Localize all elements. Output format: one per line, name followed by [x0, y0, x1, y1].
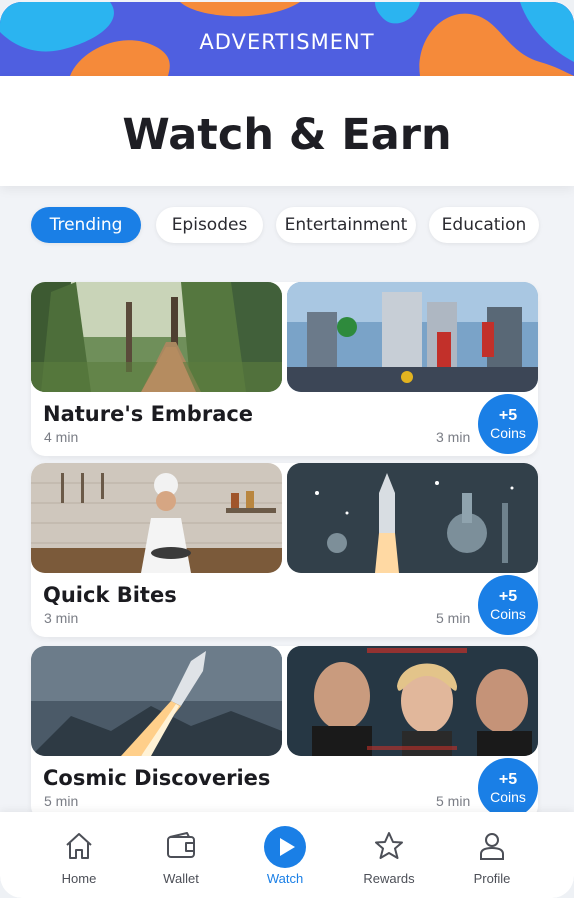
nav-rewards[interactable]: Rewards — [344, 812, 434, 898]
nav-wallet[interactable]: Wallet — [136, 812, 226, 898]
coin-amount: +5 — [498, 770, 518, 788]
coin-label: Coins — [490, 424, 526, 441]
nav-label: Profile — [473, 871, 511, 886]
nav-label: Rewards — [363, 871, 415, 886]
chef-kitchen-image[interactable] — [31, 463, 282, 573]
coin-label: Coins — [490, 788, 526, 805]
advertisement-banner[interactable]: ADVERTISMENT — [0, 2, 574, 76]
bottom-navigation: Home Wallet Watch Rewards Profile — [0, 812, 574, 898]
tab-episodes[interactable]: Episodes — [156, 207, 263, 243]
tab-trending[interactable]: Trending — [31, 207, 141, 243]
nav-label: Watch — [266, 871, 304, 886]
home-icon — [34, 830, 124, 866]
video-card-quick-bites[interactable]: Quick Bites 3 min 5 min +5 Coins — [31, 463, 538, 637]
tab-education[interactable]: Education — [429, 207, 539, 243]
tab-entertainment[interactable]: Entertainment — [276, 207, 416, 243]
wallet-icon — [136, 830, 226, 866]
coin-label: Coins — [490, 605, 526, 622]
nav-profile[interactable]: Profile — [447, 812, 537, 898]
nav-watch[interactable]: Watch — [240, 812, 330, 898]
video-card-cosmic-discoveries[interactable]: Cosmic Discoveries 5 min 5 min +5 Coins — [31, 646, 538, 820]
card-duration-secondary: 5 min — [436, 793, 471, 809]
category-tabs: Trending Episodes Entertainment Educatio… — [0, 207, 574, 243]
star-icon — [344, 830, 434, 866]
card-title: Nature's Embrace — [43, 402, 254, 426]
card-duration-secondary: 5 min — [436, 610, 471, 626]
movie-poster-image[interactable] — [287, 646, 538, 756]
coin-amount: +5 — [498, 406, 518, 424]
card-title: Quick Bites — [43, 583, 177, 607]
coin-reward-badge[interactable]: +5 Coins — [478, 394, 538, 454]
play-icon — [240, 826, 330, 868]
ad-label: ADVERTISMENT — [199, 30, 375, 54]
card-duration: 3 min — [44, 610, 79, 626]
app-screen: ADVERTISMENT Watch & Earn Trending Episo… — [0, 0, 574, 898]
card-title: Cosmic Discoveries — [43, 766, 271, 790]
card-duration: 4 min — [44, 429, 79, 445]
nav-label: Home — [61, 871, 97, 886]
user-icon — [447, 830, 537, 866]
robot-city-image[interactable] — [287, 282, 538, 392]
coin-reward-badge[interactable]: +5 Coins — [478, 758, 538, 818]
coin-amount: +5 — [498, 587, 518, 605]
coin-reward-badge[interactable]: +5 Coins — [478, 575, 538, 635]
page-header: Watch & Earn — [0, 76, 574, 186]
page-title: Watch & Earn — [122, 110, 452, 160]
video-card-natures-embrace[interactable]: Nature's Embrace 4 min 3 min +5 Coins — [31, 282, 538, 456]
forest-path-image[interactable] — [31, 282, 282, 392]
nav-label: Wallet — [163, 871, 199, 886]
nav-home[interactable]: Home — [34, 812, 124, 898]
rocket-lab-image[interactable] — [287, 463, 538, 573]
rocket-launch-image[interactable] — [31, 646, 282, 756]
card-duration: 5 min — [44, 793, 79, 809]
card-duration-secondary: 3 min — [436, 429, 471, 445]
